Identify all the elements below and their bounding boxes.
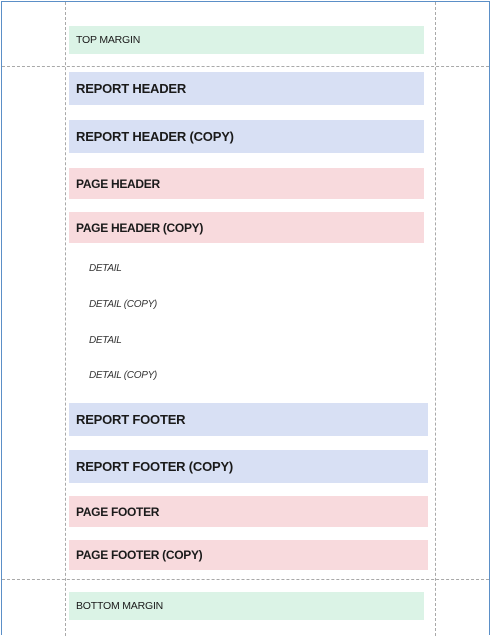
report-footer-copy-label: REPORT FOOTER (COPY) [76,459,234,474]
page-footer-label: PAGE FOOTER [76,504,160,519]
report-footer-copy-band[interactable]: REPORT FOOTER (COPY) [69,450,428,483]
report-header-label: REPORT HEADER [76,81,187,96]
page-footer-copy-label: PAGE FOOTER (COPY) [76,548,203,562]
report-header-copy-label: REPORT HEADER (COPY) [76,129,234,144]
page-header-copy-band[interactable]: PAGE HEADER (COPY) [69,212,424,243]
left-margin-guide [65,2,66,636]
detail-band-2[interactable]: DETAIL [89,335,122,346]
report-header-copy-band[interactable]: REPORT HEADER (COPY) [69,120,424,153]
bottom-margin-label: BOTTOM MARGIN [76,600,164,612]
bottom-margin-guide [2,579,489,580]
page-footer-band[interactable]: PAGE FOOTER [69,496,428,527]
right-margin-guide [435,2,436,636]
page-header-label: PAGE HEADER [76,176,160,191]
top-margin-label: TOP MARGIN [76,34,141,46]
report-footer-band[interactable]: REPORT FOOTER [69,403,428,436]
page-header-copy-label: PAGE HEADER (COPY) [76,220,204,235]
detail-copy-band-1[interactable]: DETAIL (COPY) [89,299,157,310]
page-footer-copy-band[interactable]: PAGE FOOTER (COPY) [69,540,428,570]
detail-copy-band-2[interactable]: DETAIL (COPY) [89,370,157,381]
top-margin-guide [2,66,489,67]
page-header-band[interactable]: PAGE HEADER [69,168,424,199]
report-footer-label: REPORT FOOTER [76,412,186,427]
report-header-band[interactable]: REPORT HEADER [69,72,424,105]
bottom-margin-band[interactable]: BOTTOM MARGIN [69,592,424,620]
top-margin-band[interactable]: TOP MARGIN [69,26,424,54]
detail-band-1[interactable]: DETAIL [89,263,122,274]
